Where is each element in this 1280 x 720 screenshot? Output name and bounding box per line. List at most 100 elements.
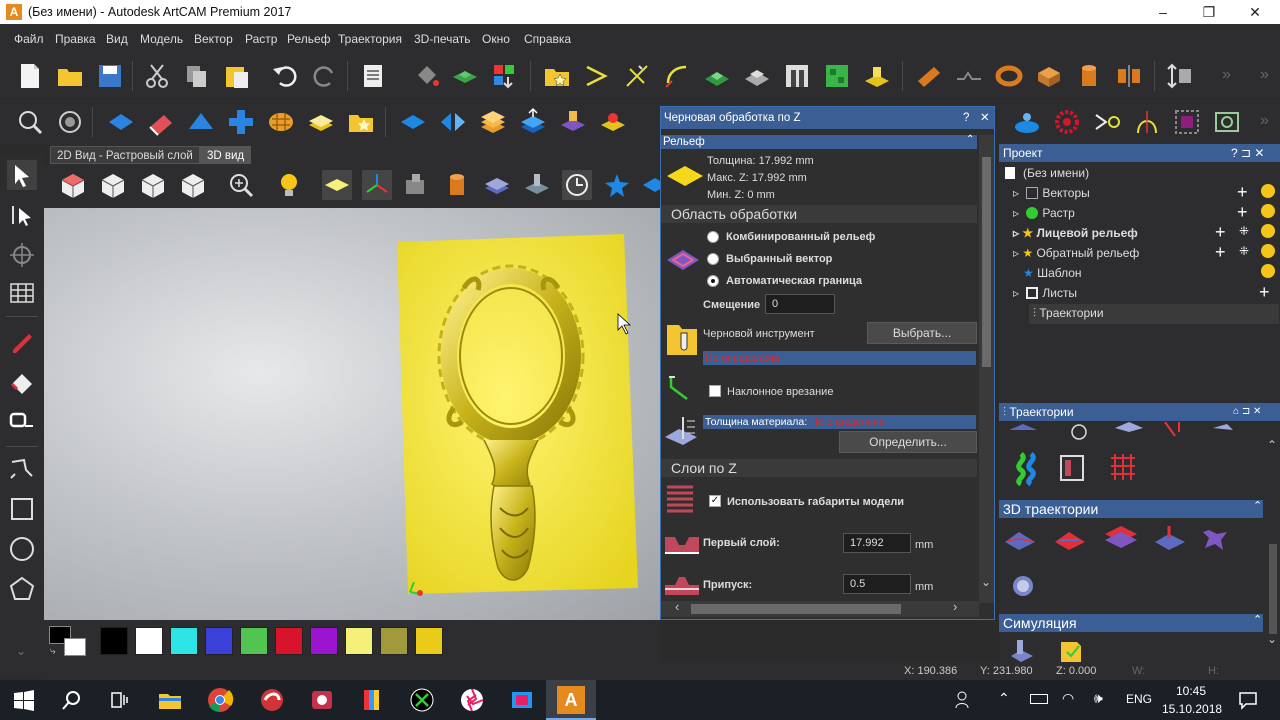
scroll-down-arrow-icon[interactable]: ⌄ xyxy=(981,575,991,589)
network-icon[interactable]: ◠ xyxy=(1062,690,1074,707)
secondary-color-swatch[interactable] xyxy=(64,638,86,656)
sim-block-icon[interactable] xyxy=(522,170,552,200)
color-swatch-yellow[interactable] xyxy=(415,627,443,655)
color-swatch-black[interactable] xyxy=(100,627,128,655)
transform-icon[interactable] xyxy=(7,240,37,270)
cut-icon[interactable] xyxy=(142,61,172,91)
paste-icon[interactable] xyxy=(222,61,252,91)
blue-peak-icon[interactable] xyxy=(186,107,216,137)
scroll-left-arrow-icon[interactable]: ‹ xyxy=(675,599,679,614)
material-block-icon[interactable] xyxy=(402,170,432,200)
toolpath-preview-icon[interactable] xyxy=(482,170,512,200)
frame-icon[interactable] xyxy=(782,61,812,91)
color-swatch-blue[interactable] xyxy=(205,627,233,655)
vector-bulb-icon[interactable] xyxy=(1261,184,1275,198)
tree-item-toolpaths[interactable]: ⫶ Траектории xyxy=(1033,306,1104,321)
new-file-icon[interactable] xyxy=(15,61,45,91)
back-relief-bulb-icon[interactable] xyxy=(1261,244,1275,258)
volume-icon[interactable]: 🕪 xyxy=(1094,690,1103,707)
pencil-icon[interactable] xyxy=(7,326,37,356)
toolpaths-header-buttons[interactable]: ⌂ ⊐ ✕ xyxy=(1233,403,1261,421)
blue-bowl-icon[interactable] xyxy=(1012,107,1042,137)
radio-selected-vector[interactable] xyxy=(707,253,719,265)
task-view-icon[interactable] xyxy=(106,686,134,714)
panel-close-button[interactable]: ✕ xyxy=(980,107,990,129)
box-icon[interactable] xyxy=(1034,61,1064,91)
grid-mesh-icon[interactable] xyxy=(7,278,37,308)
3d-toolpaths-header[interactable]: 3D траектории xyxy=(999,500,1263,518)
tab-2d-view[interactable]: 2D Вид - Растровый слой xyxy=(50,146,200,164)
panel-horizontal-scrollbar[interactable]: ‹ › xyxy=(661,599,979,617)
app-xbox-icon[interactable] xyxy=(408,686,436,714)
3d-viewport[interactable] xyxy=(44,208,660,620)
menu-toolpath[interactable]: Траектория xyxy=(338,32,402,46)
battery-icon[interactable] xyxy=(1030,694,1048,704)
star-folder-icon[interactable] xyxy=(346,107,376,137)
relief-view-icon[interactable] xyxy=(55,107,85,137)
app-red-swirl-icon[interactable] xyxy=(258,686,286,714)
trim-vector-icon[interactable] xyxy=(622,61,652,91)
mirror-icon[interactable] xyxy=(1114,61,1144,91)
clock-view-icon[interactable] xyxy=(562,170,592,200)
vector-curve-icon[interactable] xyxy=(1132,107,1162,137)
app-media-icon[interactable] xyxy=(508,686,536,714)
grid-colors-icon[interactable] xyxy=(490,61,520,91)
menu-view[interactable]: Вид xyxy=(106,32,128,46)
green-map-icon[interactable] xyxy=(822,61,852,91)
collapse-3d-chevron-icon[interactable]: ⌃ xyxy=(1253,499,1262,512)
define-material-button[interactable]: Определить... xyxy=(839,431,977,453)
collapse-chevron-icon[interactable]: ⌃ xyxy=(966,134,974,145)
red-gear-icon[interactable] xyxy=(1052,107,1082,137)
polygon-icon[interactable] xyxy=(7,574,37,604)
open-folder-icon[interactable] xyxy=(55,61,85,91)
template-bulb-icon[interactable] xyxy=(1261,264,1275,278)
add-front-relief-icon[interactable]: + xyxy=(1215,222,1226,243)
cylinder-icon[interactable] xyxy=(1074,61,1104,91)
file-explorer-icon[interactable] xyxy=(156,686,184,714)
redo-icon[interactable] xyxy=(310,61,340,91)
app-archive-icon[interactable] xyxy=(358,686,386,714)
height-icon[interactable] xyxy=(1166,61,1196,91)
blue-cross-icon[interactable] xyxy=(226,107,256,137)
ring-icon[interactable] xyxy=(994,61,1024,91)
panel-scroll-down-icon[interactable]: ⌄ xyxy=(1267,632,1277,646)
menu-vector[interactable]: Вектор xyxy=(194,32,233,46)
language-indicator[interactable]: ENG xyxy=(1126,692,1152,706)
allowance-input[interactable]: 0.5 xyxy=(843,574,911,594)
menu-3dprint[interactable]: 3D-печать xyxy=(414,32,471,46)
iso-view-cube-icon[interactable] xyxy=(58,170,88,200)
back-relief-grid-icon[interactable]: ⁜ xyxy=(1239,244,1249,258)
app-aperture-icon[interactable] xyxy=(458,686,486,714)
collapse-sim-chevron-icon[interactable]: ⌃ xyxy=(1253,613,1262,626)
bevel-icon[interactable] xyxy=(914,61,944,91)
orange-layers-icon[interactable] xyxy=(478,107,508,137)
notifications-icon[interactable] xyxy=(1238,690,1258,710)
radio-auto-boundary[interactable] xyxy=(707,275,719,287)
simulation-header[interactable]: Симуляция xyxy=(999,614,1263,632)
paint-bucket-icon[interactable] xyxy=(412,61,442,91)
side-view-cube-icon[interactable] xyxy=(138,170,168,200)
area-section-header[interactable]: Область обработки xyxy=(661,205,977,223)
line-path-icon[interactable] xyxy=(954,61,984,91)
radio-combined-relief[interactable] xyxy=(707,231,719,243)
chrome-icon[interactable] xyxy=(206,686,234,714)
fillet-vector-icon[interactable] xyxy=(662,61,692,91)
blue-star-icon[interactable] xyxy=(602,170,632,200)
relief-layer-icon[interactable] xyxy=(450,61,480,91)
blue-diamond-icon[interactable] xyxy=(106,107,136,137)
swap-colors-icon[interactable]: ⤷ xyxy=(50,646,56,657)
circle-icon[interactable] xyxy=(7,534,37,564)
shape-outline-icon[interactable] xyxy=(1212,107,1242,137)
ramping-checkbox[interactable] xyxy=(709,385,721,397)
top-view-cube-icon[interactable] xyxy=(178,170,208,200)
menu-relief[interactable]: Рельеф xyxy=(287,32,331,46)
green-relief-icon[interactable] xyxy=(702,61,732,91)
layer-stack-icon[interactable] xyxy=(306,107,336,137)
copy-icon[interactable] xyxy=(182,61,212,91)
raster-bulb-icon[interactable] xyxy=(1261,204,1275,218)
tree-root[interactable]: (Без имени) xyxy=(1005,166,1089,180)
fill-eraser-icon[interactable] xyxy=(7,366,37,396)
panel-scroll-thumb[interactable] xyxy=(1269,544,1277,634)
color-swatch-green[interactable] xyxy=(240,627,268,655)
menu-help[interactable]: Справка xyxy=(524,32,571,46)
